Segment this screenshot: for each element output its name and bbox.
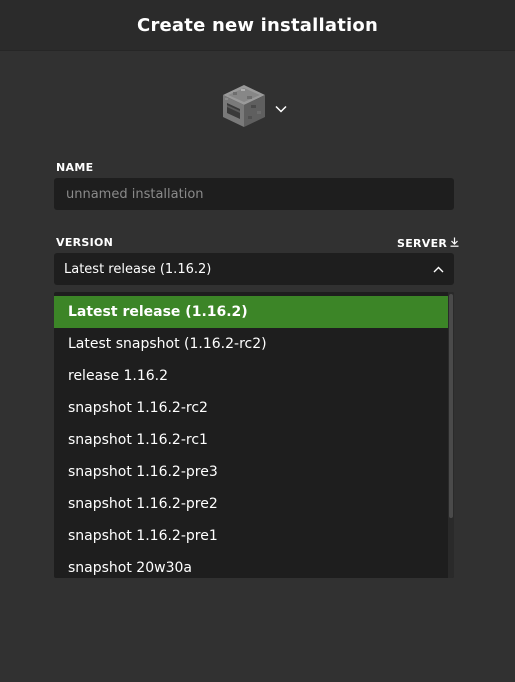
version-option-label: snapshot 1.16.2-rc2 [68, 400, 208, 416]
version-option[interactable]: snapshot 1.16.2-rc2 [54, 392, 448, 424]
version-option[interactable]: snapshot 1.16.2-pre3 [54, 456, 448, 488]
furnace-icon [221, 83, 267, 129]
version-option[interactable]: snapshot 1.16.2-pre2 [54, 488, 448, 520]
version-option[interactable]: Latest snapshot (1.16.2-rc2) [54, 328, 448, 360]
download-icon [450, 237, 459, 250]
name-label: NAME [56, 161, 94, 174]
version-selected-value: Latest release (1.16.2) [64, 261, 212, 277]
server-download-link[interactable]: SERVER [397, 236, 459, 250]
version-option-label: snapshot 20w30a [68, 560, 192, 576]
version-option[interactable]: Latest release (1.16.2) [54, 296, 448, 328]
version-option-label: snapshot 1.16.2-rc1 [68, 432, 208, 448]
name-field-container[interactable] [54, 178, 454, 210]
version-option[interactable]: snapshot 1.16.2-rc1 [54, 424, 448, 456]
version-dropdown-list: Latest release (1.16.2) Latest snapshot … [54, 292, 454, 578]
name-input[interactable] [64, 185, 444, 203]
version-option[interactable]: snapshot 20w30a [54, 552, 448, 578]
dialog-header: Create new installation [0, 0, 515, 51]
server-link-label: SERVER [397, 236, 448, 250]
version-option[interactable]: release 1.16.2 [54, 360, 448, 392]
chevron-up-icon [433, 262, 444, 277]
version-option-label: snapshot 1.16.2-pre2 [68, 496, 218, 512]
version-label: VERSION [56, 236, 114, 249]
version-option-label: snapshot 1.16.2-pre1 [68, 528, 218, 544]
version-option-label: snapshot 1.16.2-pre3 [68, 464, 218, 480]
version-option-label: Latest release (1.16.2) [68, 304, 248, 320]
installation-icon-picker[interactable] [221, 82, 295, 130]
version-option-label: Latest snapshot (1.16.2-rc2) [68, 336, 267, 352]
page-title: Create new installation [137, 14, 378, 36]
version-option[interactable]: snapshot 1.16.2-pre1 [54, 520, 448, 552]
version-select[interactable]: Latest release (1.16.2) [54, 253, 454, 285]
version-option-label: release 1.16.2 [68, 368, 169, 384]
chevron-down-icon [275, 98, 287, 117]
dropdown-scrollbar[interactable] [448, 292, 454, 578]
scrollbar-thumb[interactable] [449, 294, 453, 518]
